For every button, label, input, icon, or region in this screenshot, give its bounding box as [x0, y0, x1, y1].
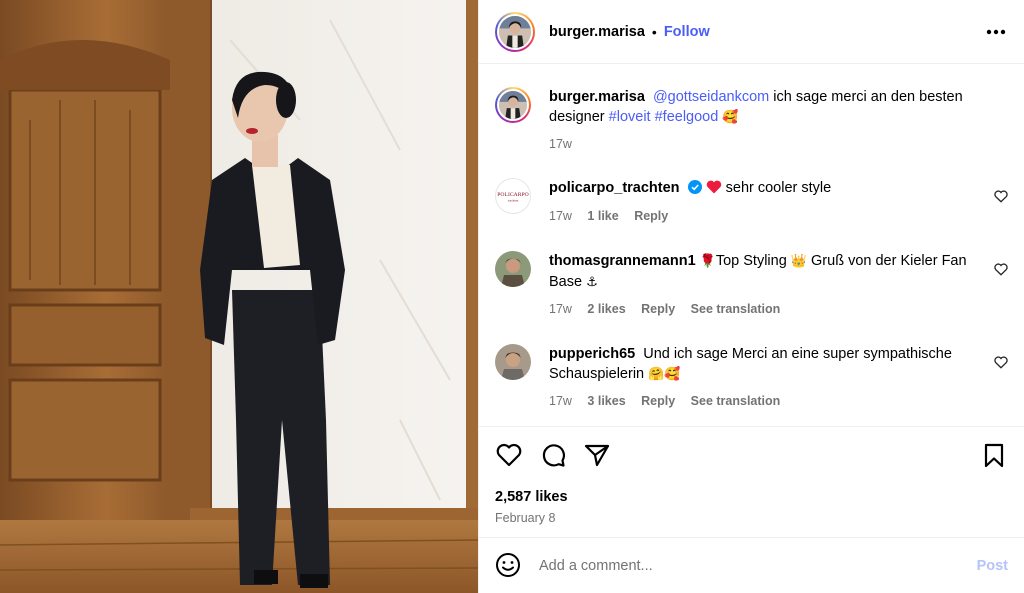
- post-details-panel: burger.marisa • Follow burger.marisa @go…: [478, 0, 1024, 593]
- like-heart-icon[interactable]: [495, 441, 523, 469]
- likes-count[interactable]: 2,587 likes: [495, 489, 1008, 505]
- hashtag-loveit[interactable]: #loveit: [609, 109, 651, 125]
- see-translation-button[interactable]: See translation: [691, 302, 781, 316]
- anchor-emoji: ⚓: [586, 275, 598, 290]
- commenter-avatar[interactable]: [495, 251, 531, 287]
- comment-text: sehr cooler style: [725, 180, 832, 196]
- add-comment-bar: Post: [479, 537, 1024, 593]
- comment-username[interactable]: pupperich65: [549, 346, 635, 362]
- reply-button[interactable]: Reply: [634, 209, 668, 223]
- see-translation-button[interactable]: See translation: [691, 394, 781, 408]
- comment-item: thomasgrannemann1 🌹Top Styling 👑 Gruß von…: [495, 251, 1008, 319]
- caption-mention[interactable]: @gottseidankcom: [653, 89, 769, 105]
- post-header: burger.marisa • Follow: [479, 0, 1024, 64]
- comment-time[interactable]: 17w: [549, 209, 572, 223]
- comment-username[interactable]: policarpo_trachten: [549, 180, 680, 196]
- author-username[interactable]: burger.marisa: [549, 24, 645, 40]
- hugging-face-emoji: 🤗🥰: [648, 367, 681, 382]
- comment-likes[interactable]: 3 likes: [587, 394, 625, 408]
- follow-button[interactable]: Follow: [664, 24, 710, 40]
- smiling-face-hearts-emoji: 🥰: [722, 110, 739, 125]
- svg-text:trachten: trachten: [508, 199, 519, 203]
- comment-like-heart-icon[interactable]: [994, 263, 1008, 277]
- comment-input[interactable]: [539, 557, 977, 574]
- red-heart-emoji: [706, 180, 722, 200]
- comment-like-heart-icon[interactable]: [994, 190, 1008, 204]
- comment-time[interactable]: 17w: [549, 302, 572, 316]
- post-date[interactable]: February 8: [495, 511, 1008, 525]
- comment-item: POLICARPO trachten policarpo_trachten seh…: [495, 178, 1008, 226]
- author-avatar[interactable]: [495, 11, 535, 52]
- reply-button[interactable]: Reply: [641, 302, 675, 316]
- verified-badge-icon: [687, 180, 702, 200]
- caption: burger.marisa @gottseidankcom ich sage m…: [495, 87, 1008, 154]
- emoji-picker-icon[interactable]: [495, 552, 523, 580]
- comment-text: Top Styling: [715, 253, 791, 269]
- hashtag-feelgood[interactable]: #feelgood: [655, 109, 719, 125]
- share-send-icon[interactable]: [583, 441, 611, 469]
- more-horizontal-icon[interactable]: [984, 20, 1008, 44]
- comment-bubble-icon[interactable]: [539, 441, 567, 469]
- comment-time[interactable]: 17w: [549, 394, 572, 408]
- svg-text:POLICARPO: POLICARPO: [497, 192, 528, 198]
- caption-time[interactable]: 17w: [549, 137, 572, 151]
- caption-avatar[interactable]: [495, 87, 531, 123]
- comment-username[interactable]: thomasgrannemann1: [549, 253, 696, 269]
- comment-like-heart-icon[interactable]: [994, 356, 1008, 370]
- comment-likes[interactable]: 1 like: [587, 209, 618, 223]
- caption-username[interactable]: burger.marisa: [549, 89, 645, 105]
- post-photo[interactable]: [0, 0, 478, 593]
- commenter-avatar[interactable]: [495, 344, 531, 380]
- commenter-avatar[interactable]: POLICARPO trachten: [495, 178, 531, 214]
- separator-dot: •: [651, 23, 657, 40]
- comments-list[interactable]: burger.marisa @gottseidankcom ich sage m…: [479, 65, 1024, 425]
- post-actions: 2,587 likes February 8: [479, 426, 1024, 538]
- comment-item: pupperich65 Und ich sage Merci an eine s…: [495, 344, 1008, 411]
- crown-emoji: 👑: [790, 254, 807, 269]
- post-comment-button[interactable]: Post: [977, 558, 1008, 574]
- reply-button[interactable]: Reply: [641, 394, 675, 408]
- comment-likes[interactable]: 2 likes: [587, 302, 625, 316]
- rose-emoji: 🌹: [699, 254, 716, 269]
- save-bookmark-icon[interactable]: [980, 441, 1008, 469]
